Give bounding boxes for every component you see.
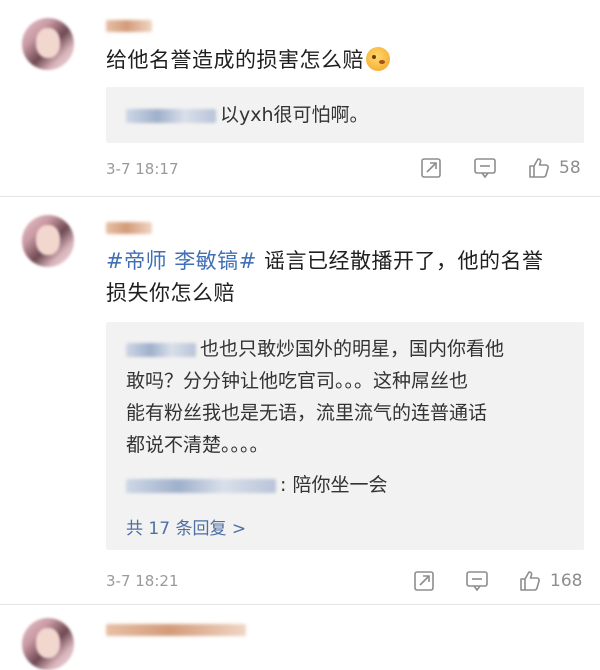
comment-text: #帝师 李敏镐# 谣言已经散播开了，他的名誉 损失你怎么赔	[106, 245, 580, 309]
reply-line: 能有粉丝我也是无语，流里流气的连普通话	[126, 402, 488, 424]
reply-line: 以yxh很可怕啊。	[126, 100, 574, 130]
reply-line: 也也只敢炒国外的明星，国内你看他	[126, 334, 574, 364]
like-icon	[529, 158, 549, 178]
reply-box[interactable]: 也也只敢炒国外的明星，国内你看他 敢吗？分分钟让他吃官司。。。这种屌丝也 能有粉…	[106, 322, 584, 550]
like-count: 58	[559, 158, 581, 178]
reply-line: : 陪你坐一会	[126, 470, 574, 500]
reply-username[interactable]	[126, 478, 276, 493]
like-icon	[520, 571, 540, 591]
reply-box[interactable]: 以yxh很可怕啊。	[106, 87, 584, 143]
share-icon	[421, 158, 441, 178]
comment-1: 给他名誉造成的损害怎么赔 以yxh很可怕啊。 3-7 18:17 58	[0, 0, 600, 190]
avatar[interactable]	[22, 215, 74, 267]
reply-username[interactable]	[126, 342, 196, 357]
topic-link[interactable]: #帝师 李敏镐#	[106, 249, 257, 273]
reply-line: 敢吗？分分钟让他吃官司。。。这种屌丝也	[126, 370, 469, 392]
divider	[0, 196, 600, 197]
reply-line: 都说不清楚。。。。	[126, 434, 269, 456]
reply-text-line1: 也也只敢炒国外的明星，国内你看他	[200, 338, 505, 360]
avatar[interactable]	[22, 18, 74, 70]
avatar[interactable]	[22, 618, 74, 670]
like-button[interactable]: 168	[518, 569, 582, 593]
comment-time: 3-7 18:21	[106, 572, 179, 590]
comment-2: #帝师 李敏镐# 谣言已经散播开了，他的名誉 损失你怎么赔 也也只敢炒国外的明星…	[0, 198, 600, 608]
share-icon	[414, 571, 434, 591]
comment-button[interactable]	[473, 157, 497, 179]
comment-icon	[474, 158, 496, 179]
comment-text-line2: 损失你怎么赔	[106, 281, 235, 305]
reply-text: 以yxh很可怕啊。	[220, 104, 369, 126]
reply-username[interactable]	[126, 108, 216, 123]
username[interactable]	[106, 222, 152, 234]
divider	[0, 604, 600, 605]
like-button[interactable]: 58	[527, 156, 581, 180]
comment-time: 3-7 18:17	[106, 160, 179, 178]
username[interactable]	[106, 624, 246, 636]
comment-button[interactable]	[465, 570, 489, 592]
comment-text: 给他名誉造成的损害怎么赔	[106, 44, 580, 76]
share-button[interactable]	[413, 570, 435, 592]
username[interactable]	[106, 20, 152, 32]
share-button[interactable]	[420, 157, 442, 179]
emoji-icon	[366, 47, 390, 71]
comment-text-body: 谣言已经散播开了，他的名誉	[256, 249, 544, 273]
comment-text-body: 给他名誉造成的损害怎么赔	[106, 48, 364, 72]
comment-3	[0, 606, 600, 670]
reply-text: : 陪你坐一会	[280, 474, 388, 496]
more-replies-link[interactable]: 共 17 条回复 >	[126, 514, 246, 539]
like-count: 168	[550, 571, 583, 591]
comment-icon	[466, 571, 488, 592]
